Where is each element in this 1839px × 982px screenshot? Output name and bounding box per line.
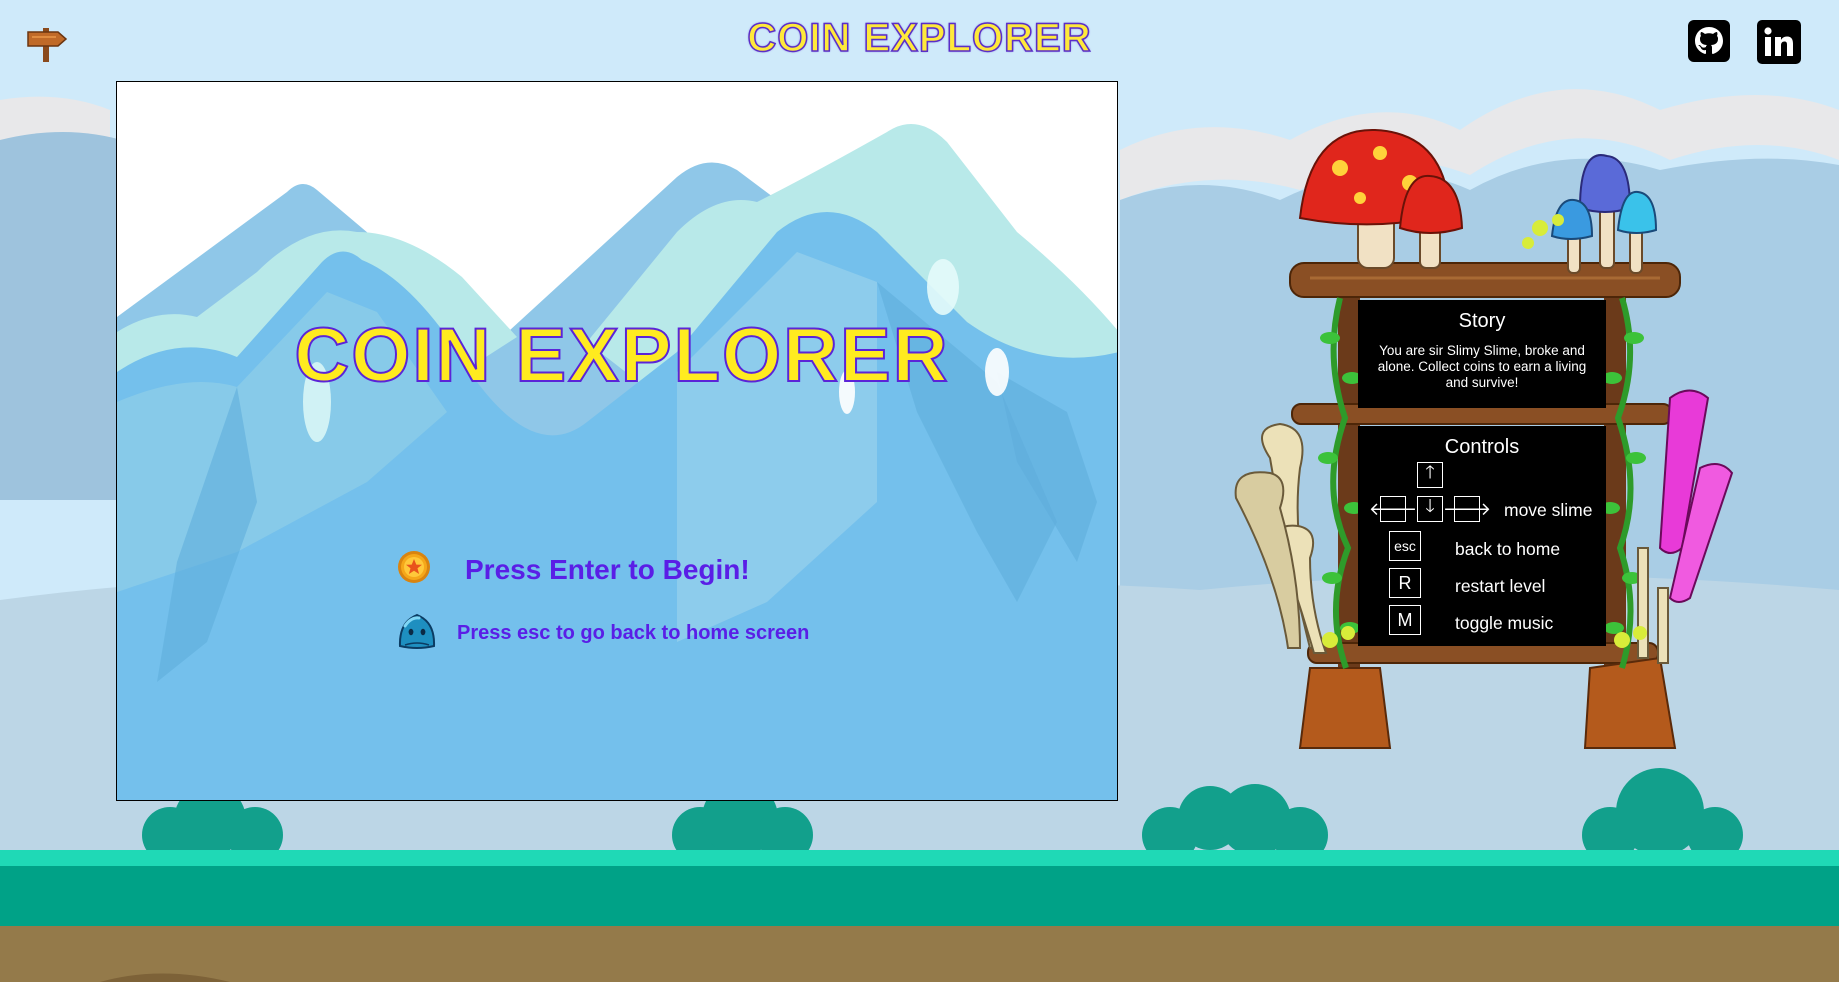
story-title: Story: [1458, 310, 1506, 332]
toggle-music-label: toggle music: [1455, 613, 1554, 633]
back-to-home-label: back to home: [1455, 539, 1561, 559]
controls-title: Controls: [1444, 436, 1520, 458]
controls-panel: Controls 🡑 🡐 🡓 🡒 move slime esc back to …: [1358, 426, 1606, 646]
esc-prompt-text: Press esc to go back to home screen: [457, 622, 810, 644]
esc-key: esc: [1389, 531, 1421, 561]
enter-prompt-row: Press Enter to Begin!: [397, 550, 750, 589]
mountain-scene: [117, 82, 1117, 800]
header-title: COIN EXPLORER: [747, 15, 1092, 61]
m-key: M: [1389, 605, 1421, 635]
move-slime-label: move slime: [1504, 500, 1593, 520]
restart-level-label: restart level: [1455, 576, 1546, 596]
game-canvas[interactable]: COIN EXPLORER Press Enter to Begin! Pres…: [116, 81, 1118, 801]
arrow-right-key: 🡒: [1443, 496, 1491, 522]
linkedin-icon[interactable]: [1757, 20, 1801, 64]
story-panel: Story You are sir Slimy Slime, broke and…: [1358, 300, 1606, 408]
github-icon[interactable]: [1688, 20, 1730, 62]
game-title: COIN EXPLORER: [293, 312, 950, 399]
coin-icon: [397, 550, 431, 589]
info-signboard: Story You are sir Slimy Slime, broke and…: [1230, 128, 1740, 753]
enter-prompt-text: Press Enter to Begin!: [465, 553, 750, 585]
story-text: You are sir Slimy Slime, broke and alone…: [1377, 343, 1587, 390]
arrow-down-key: 🡓: [1417, 496, 1443, 522]
arrow-up-key: 🡑: [1417, 462, 1443, 488]
arrow-left-key: 🡐: [1369, 496, 1417, 522]
esc-prompt-row: Press esc to go back to home screen: [397, 612, 809, 655]
r-key: R: [1389, 568, 1421, 598]
slime-icon: [397, 612, 437, 655]
